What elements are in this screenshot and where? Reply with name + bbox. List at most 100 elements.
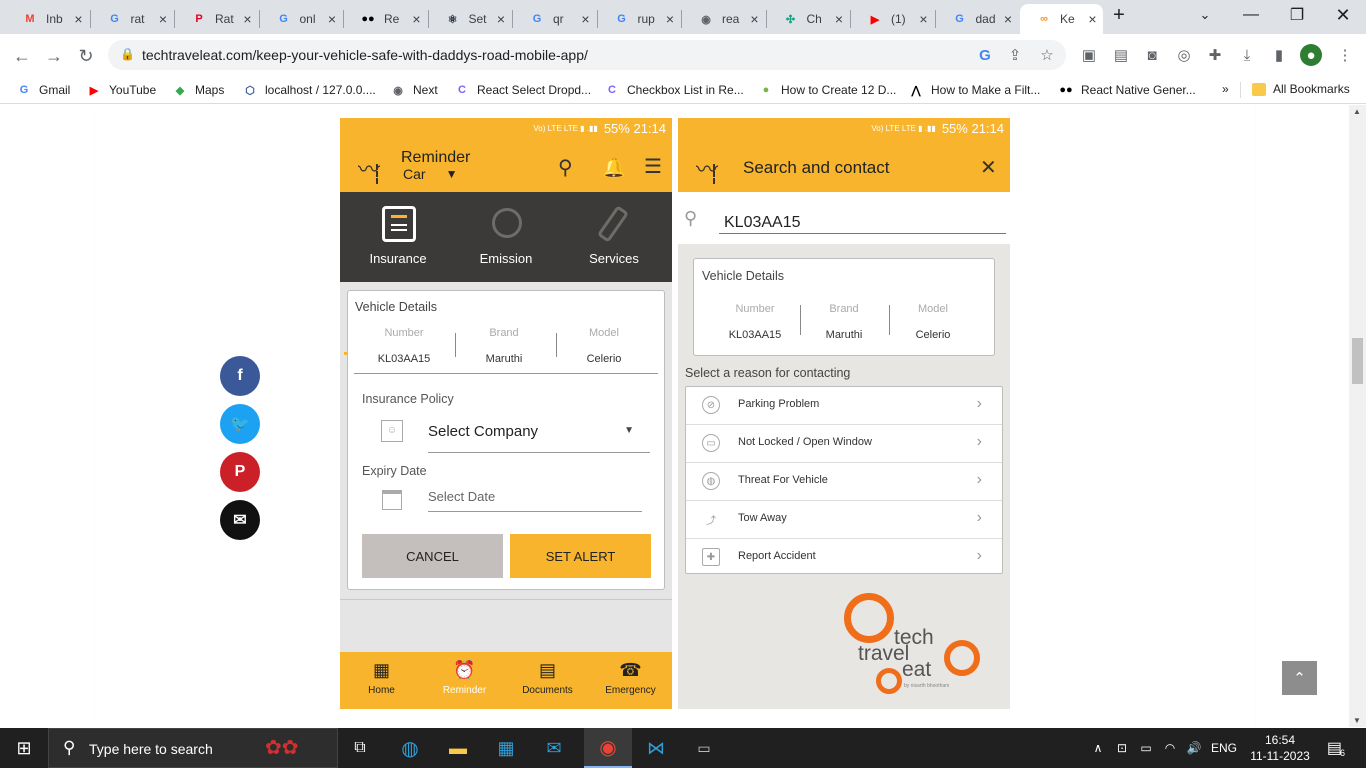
extension-icon[interactable]: ◎ xyxy=(1173,44,1195,66)
bookmark-item[interactable]: ◆ Maps xyxy=(172,82,225,98)
bookmark-item[interactable]: ◉ Next xyxy=(390,82,438,98)
puzzle-icon[interactable]: ✚ xyxy=(1204,44,1226,66)
close-tab-icon[interactable]: × xyxy=(412,11,420,27)
mail-icon[interactable]: ✉ xyxy=(534,728,574,768)
close-window-button[interactable]: ✕ xyxy=(1328,0,1358,30)
vscode-icon[interactable]: ⋈ xyxy=(634,728,678,768)
facebook-share-button[interactable]: f xyxy=(220,356,260,396)
browser-tab[interactable]: M Inb × xyxy=(6,4,89,34)
bookmark-item[interactable]: ●● React Native Gener... xyxy=(1058,82,1195,98)
extension-icon[interactable]: ▤ xyxy=(1110,44,1132,66)
date-input[interactable]: Select Date xyxy=(428,485,642,512)
extension-icon[interactable]: ▣ xyxy=(1078,44,1100,66)
tab-search-button[interactable]: ⌄ xyxy=(1190,0,1220,30)
vehicle-search-input[interactable]: KL03AA15 xyxy=(719,206,1006,234)
browser-tab[interactable]: ◉ rea × xyxy=(682,4,765,34)
reason-threat[interactable]: ◍ Threat For Vehicle › xyxy=(686,463,1002,501)
cancel-button[interactable]: CANCEL xyxy=(362,534,503,578)
new-tab-button[interactable]: + xyxy=(1104,0,1134,30)
nav-reminder[interactable]: ⏰ Reminder xyxy=(423,652,506,709)
browser-tab[interactable]: Grup × xyxy=(598,4,681,34)
close-tab-icon[interactable]: × xyxy=(750,11,758,27)
terminal-icon[interactable]: ▭ xyxy=(682,728,726,768)
close-tab-icon[interactable]: × xyxy=(919,11,927,27)
address-bar[interactable]: 🔒 techtraveleat.com/keep-your-vehicle-sa… xyxy=(108,40,1066,70)
set-alert-button[interactable]: SET ALERT xyxy=(510,534,651,578)
bookmark-item[interactable]: ● How to Create 12 D... xyxy=(758,82,897,98)
bookmark-item[interactable]: C Checkbox List in Re... xyxy=(604,82,744,98)
close-tab-icon[interactable]: × xyxy=(243,11,251,27)
browser-tab[interactable]: Gqr × xyxy=(513,4,596,34)
forward-button[interactable]: → xyxy=(40,42,68,70)
nav-home[interactable]: ▦ Home xyxy=(340,652,423,709)
close-tab-icon[interactable]: × xyxy=(74,11,82,27)
chrome-icon[interactable]: ◉ xyxy=(584,728,632,768)
browser-tab[interactable]: ∞ Ke × xyxy=(1020,4,1103,34)
network-adapter-icon[interactable]: ⊡ xyxy=(1112,728,1132,768)
download-icon[interactable]: ⤓ xyxy=(1236,44,1258,66)
bell-icon[interactable]: 🔔 xyxy=(602,156,626,180)
share-icon[interactable]: ⇪ xyxy=(1004,44,1026,66)
company-select[interactable]: Select Company ▼ xyxy=(428,417,650,453)
windows-start-icon[interactable]: ⊞ xyxy=(0,728,48,768)
browser-tab[interactable]: P Rat × xyxy=(175,4,258,34)
google-lens-icon[interactable]: G xyxy=(974,44,996,66)
store-icon[interactable]: ▦ xyxy=(486,728,526,768)
back-to-top-button[interactable]: ⌃ xyxy=(1282,661,1317,695)
reason-not-locked[interactable]: ▭ Not Locked / Open Window › xyxy=(686,425,1002,463)
browser-tab[interactable]: ▶ (1) × xyxy=(851,4,934,34)
tab-emission[interactable]: Emission xyxy=(452,192,560,282)
tab-services[interactable]: Services xyxy=(560,192,668,282)
chevron-up-icon[interactable]: ∧ xyxy=(1088,728,1108,768)
browser-tab[interactable]: Gdad × xyxy=(936,4,1019,34)
tab-insurance[interactable]: Insurance xyxy=(344,192,452,282)
minimize-button[interactable]: — xyxy=(1236,0,1266,30)
language-indicator[interactable]: ENG xyxy=(1208,728,1240,768)
nav-emergency[interactable]: ☎ Emergency xyxy=(589,652,672,709)
back-button[interactable]: ← xyxy=(8,42,36,70)
close-tab-icon[interactable]: × xyxy=(835,11,843,27)
bookmark-item[interactable]: ▶ YouTube xyxy=(86,82,156,98)
close-tab-icon[interactable]: × xyxy=(1088,11,1096,27)
battery-icon[interactable]: ▭ xyxy=(1136,728,1156,768)
browser-tab[interactable]: ⚛ Set × xyxy=(429,4,512,34)
reload-button[interactable]: ↻ xyxy=(72,42,100,70)
sidepanel-icon[interactable]: ▮ xyxy=(1268,44,1290,66)
email-share-button[interactable]: ✉ xyxy=(220,500,260,540)
camera-icon[interactable]: ◙ xyxy=(1141,44,1163,66)
volume-icon[interactable]: 🔊 xyxy=(1184,728,1204,768)
reason-parking-problem[interactable]: ⊘ Parking Problem › xyxy=(686,387,1002,425)
vehicle-type-dropdown[interactable]: Car ▼ xyxy=(403,166,457,182)
task-view-icon[interactable]: ⧉ xyxy=(342,728,378,768)
avatar[interactable]: ● xyxy=(1300,44,1322,66)
hamburger-menu-icon[interactable]: ☰ xyxy=(644,154,662,179)
browser-tab[interactable]: ✣ Ch × xyxy=(767,4,850,34)
close-tab-icon[interactable]: × xyxy=(581,11,589,27)
search-icon[interactable]: ⚲ xyxy=(558,155,573,180)
reason-tow-away[interactable]: ⤴ Tow Away › xyxy=(686,501,1002,539)
pinterest-share-button[interactable]: P xyxy=(220,452,260,492)
clock[interactable]: 16:54 11-11-2023 xyxy=(1248,732,1312,764)
all-bookmarks-button[interactable]: All Bookmarks xyxy=(1252,82,1350,96)
twitter-share-button[interactable]: 🐦 xyxy=(220,404,260,444)
bookmark-item[interactable]: ⋀ How to Make a Filt... xyxy=(908,82,1040,98)
close-tab-icon[interactable]: × xyxy=(328,11,336,27)
bookmark-star-icon[interactable]: ☆ xyxy=(1036,44,1058,66)
browser-tab[interactable]: Grat × xyxy=(91,4,174,34)
bookmark-item[interactable]: ⬡ localhost / 127.0.0.... xyxy=(242,82,376,98)
taskbar-search-box[interactable]: ⚲ Type here to search ✿✿ xyxy=(48,728,338,768)
reason-report-accident[interactable]: ✚ Report Accident › xyxy=(686,539,1002,577)
bookmark-item[interactable]: C React Select Dropd... xyxy=(454,82,591,98)
more-bookmarks-button[interactable]: » xyxy=(1222,82,1229,96)
nav-documents[interactable]: ▤ Documents xyxy=(506,652,589,709)
edge-icon[interactable]: ◍ xyxy=(390,728,430,768)
restore-button[interactable]: ❐ xyxy=(1282,0,1312,30)
close-tab-icon[interactable]: × xyxy=(1004,11,1012,27)
browser-tab[interactable]: Gonl × xyxy=(260,4,343,34)
wifi-icon[interactable]: ◠ xyxy=(1160,728,1180,768)
close-tab-icon[interactable]: × xyxy=(666,11,674,27)
scrollbar-thumb[interactable] xyxy=(1352,338,1363,384)
bookmark-item[interactable]: G Gmail xyxy=(16,82,71,98)
menu-icon[interactable]: ⋮ xyxy=(1334,44,1356,66)
close-icon[interactable]: ✕ xyxy=(980,155,997,180)
